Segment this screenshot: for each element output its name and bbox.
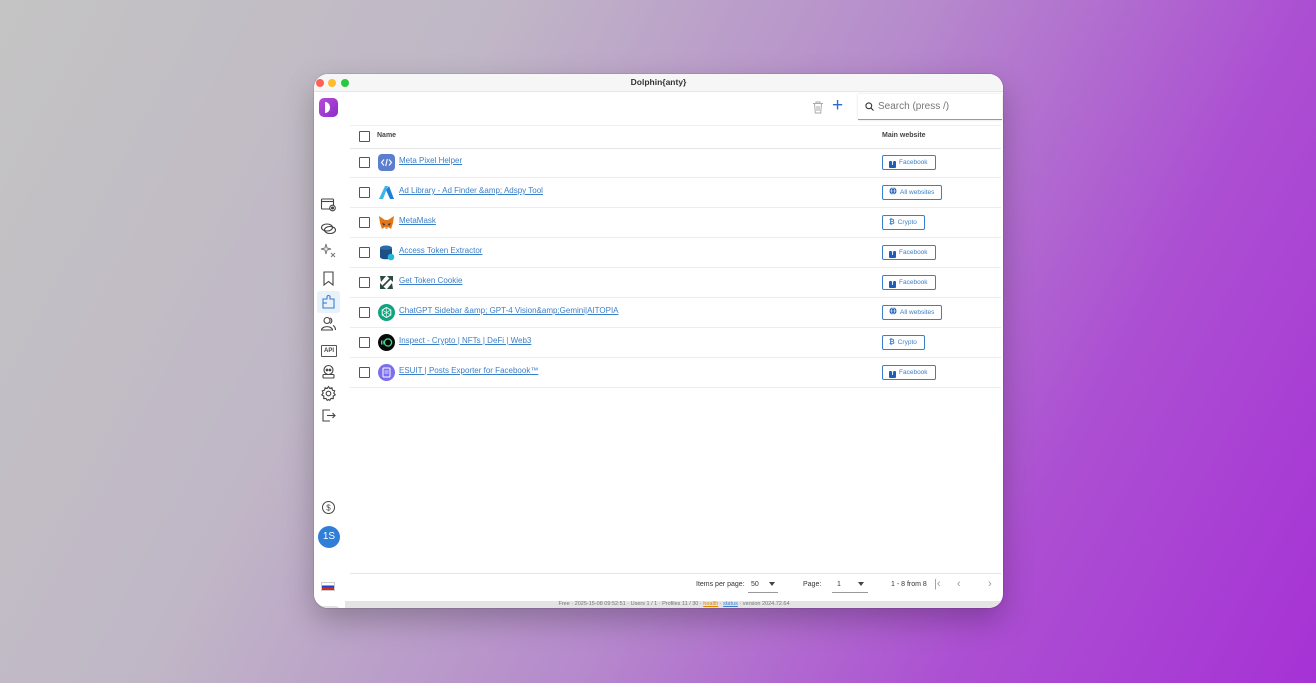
globe-icon [889,187,897,200]
table-row: MetaMask ₿ Crypto [350,208,1001,238]
inspect-crypto-logo-icon [378,334,395,351]
page-select[interactable]: 1 [837,581,841,588]
extension-name-link[interactable]: Access Token Extractor [399,246,482,255]
language-flag-icon[interactable] [321,582,335,591]
status-bar: Free · 2025-15-08 09:52:51 · Users 1 / 1… [345,601,1003,608]
meta-pixel-code-icon [378,154,395,171]
app-window: Dolphin{anty} API $ 1S + Search (press /… [314,74,1003,608]
row-checkbox[interactable] [359,187,370,198]
team-users-icon[interactable] [320,315,337,332]
page-label: Page: [803,581,822,588]
items-per-page-label: Items per page: [696,581,745,588]
bitcoin-icon: ₿ [889,339,895,346]
dolphin-logo[interactable] [319,98,338,117]
facebook-icon: f [889,281,896,288]
pagination-bar: Items per page: 50 Page: 1 1 - 8 from 8 … [350,573,1001,596]
select-all-checkbox[interactable] [359,131,370,142]
items-per-page-chevron-down-icon[interactable] [769,582,775,586]
table-row: Access Token Extractor f Facebook [350,238,1001,268]
billing-dollar-icon[interactable]: $ [320,499,337,516]
table-row: ChatGPT Sidebar &amp; GPT-4 Vision&amp;G… [350,298,1001,328]
column-header-name[interactable]: Name [377,132,396,139]
extensions-table: Meta Pixel Helper f Facebook Ad Library -… [350,148,1001,388]
facebook-icon: f [889,371,896,378]
website-chip[interactable]: All websites [882,305,943,320]
database-token-icon [378,244,395,261]
proxy-icon[interactable] [320,220,337,237]
cookie-token-icon [378,274,395,291]
table-row: Inspect - Crypto | NFTs | DeFi | Web3 ₿ C… [350,328,1001,358]
page-chevron-down-icon[interactable] [858,582,864,586]
items-per-page-select[interactable]: 50 [751,581,759,588]
pagination-range: 1 - 8 from 8 [891,581,927,588]
svg-text:$: $ [326,504,331,513]
main-content: + Name Main website Meta Pixel Helper fF… [350,92,1002,596]
row-checkbox[interactable] [359,217,370,228]
row-checkbox[interactable] [359,277,370,288]
status-link[interactable]: status [723,601,738,607]
add-extension-button[interactable]: + [832,96,843,116]
website-chip[interactable]: f Facebook [882,275,936,290]
extension-name-link[interactable]: ESUIT | Posts Exporter for Facebook™ [399,366,538,375]
website-chip[interactable]: f Facebook [882,245,936,260]
table-row: Meta Pixel Helper f Facebook [350,148,1001,178]
table-header: Name Main website [350,125,1001,149]
table-row: Get Token Cookie f Facebook [350,268,1001,298]
metamask-fox-icon [378,214,395,231]
website-chip[interactable]: ₿ Crypto [882,215,925,230]
bookmarks-icon[interactable] [320,270,337,287]
website-chip[interactable]: f Facebook [882,155,936,170]
delete-trash-icon[interactable] [811,100,825,114]
health-link[interactable]: health [703,601,718,607]
website-chip[interactable]: All websites [882,185,943,200]
bitcoin-icon: ₿ [889,219,895,226]
website-chip[interactable]: f Facebook [882,365,936,380]
extension-name-link[interactable]: Meta Pixel Helper [399,156,462,165]
logout-icon[interactable] [320,407,337,424]
theme-toggle[interactable]: ☼ [320,606,340,608]
window-title: Dolphin{anty} [630,77,687,87]
table-row: Ad Library - Ad Finder &amp; Adspy Tool … [350,178,1001,208]
sidebar: API $ 1S ☼ [314,92,345,608]
search-box [858,94,1002,120]
next-page-icon[interactable]: › [988,578,992,590]
status-info: Free · 2025-15-08 09:52:51 · Users 1 / 1… [558,601,704,607]
facebook-icon: f [889,251,896,258]
extensions-icon[interactable] [317,291,340,313]
sun-icon: ☼ [332,606,338,608]
row-checkbox[interactable] [359,157,370,168]
version-info: · version 2024.72.64 [737,601,790,607]
extension-name-link[interactable]: Inspect - Crypto | NFTs | DeFi | Web3 [399,336,531,345]
ad-library-logo-icon [378,184,395,201]
search-icon [865,102,874,111]
extension-name-link[interactable]: ChatGPT Sidebar &amp; GPT-4 Vision&amp;G… [399,306,619,315]
toolbar: + [350,92,1002,124]
row-checkbox[interactable] [359,307,370,318]
extension-name-link[interactable]: MetaMask [399,216,436,225]
extension-name-link[interactable]: Ad Library - Ad Finder &amp; Adspy Tool [399,186,543,195]
previous-page-icon[interactable]: ‹ [957,578,961,590]
robot-automation-icon[interactable] [320,363,337,380]
facebook-icon: f [889,161,896,168]
settings-gear-icon[interactable] [320,385,337,402]
esuit-exporter-icon [378,364,395,381]
title-bar: Dolphin{anty} [314,74,1003,92]
globe-icon [889,307,897,320]
extension-name-link[interactable]: Get Token Cookie [399,276,462,285]
browser-profiles-icon[interactable] [320,196,337,213]
api-icon[interactable]: API [321,345,337,357]
table-row: ESUIT | Posts Exporter for Facebook™ f Fa… [350,358,1001,388]
chatgpt-logo-icon [378,304,395,321]
first-page-icon[interactable]: |‹ [934,578,941,590]
row-checkbox[interactable] [359,337,370,348]
website-chip[interactable]: ₿ Crypto [882,335,925,350]
user-avatar[interactable]: 1S [318,526,340,548]
row-checkbox[interactable] [359,367,370,378]
row-checkbox[interactable] [359,247,370,258]
column-header-main-website[interactable]: Main website [882,132,926,139]
search-input[interactable] [878,99,996,114]
automation-sparkle-icon[interactable] [320,242,337,259]
